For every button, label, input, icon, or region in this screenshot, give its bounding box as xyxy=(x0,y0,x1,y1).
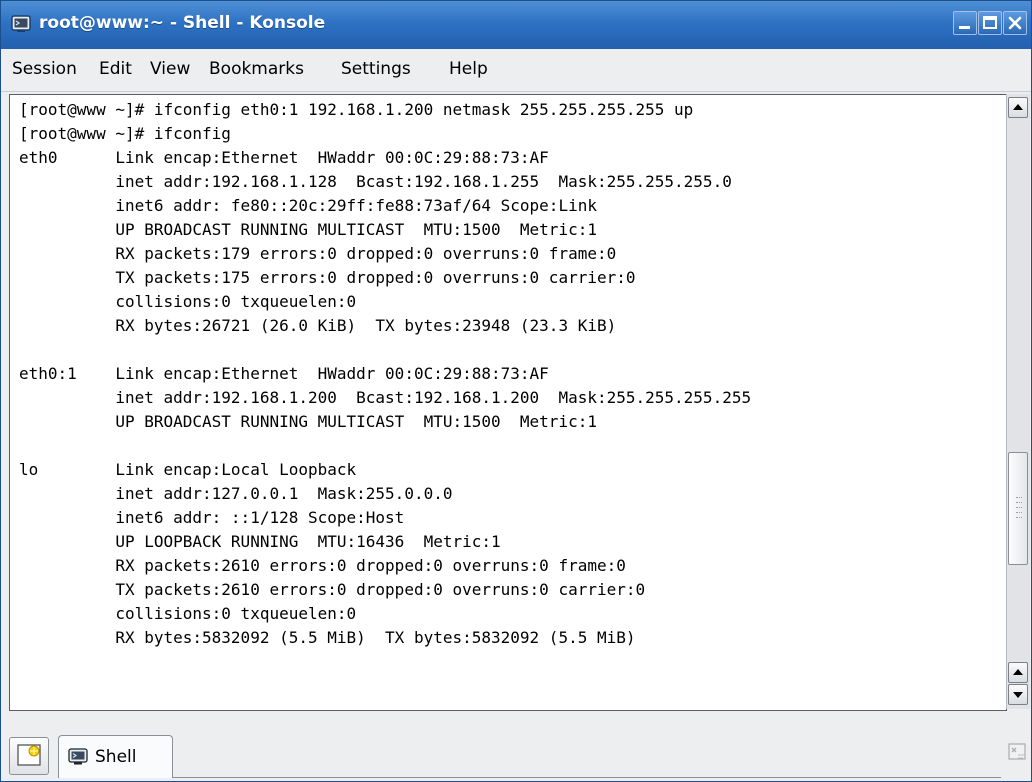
terminal-line: UP BROADCAST RUNNING MULTICAST MTU:1500 … xyxy=(19,220,597,239)
tab-bar: Shell xyxy=(1,713,1031,781)
grip-line xyxy=(1016,497,1022,499)
menu-bar: Session Edit View Bookmarks Settings Hel… xyxy=(1,49,1031,92)
arrow-up-icon xyxy=(1013,669,1023,675)
terminal-line: RX packets:179 errors:0 dropped:0 overru… xyxy=(19,244,617,263)
terminal-line: TX packets:2610 errors:0 dropped:0 overr… xyxy=(19,580,646,599)
terminal-line: UP BROADCAST RUNNING MULTICAST MTU:1500 … xyxy=(19,412,597,431)
menu-bookmarks[interactable]: Bookmarks xyxy=(209,59,304,79)
terminal-icon xyxy=(68,748,88,765)
menu-session[interactable]: Session xyxy=(12,59,77,79)
terminal-line: [root@www ~]# ifconfig eth0:1 192.168.1.… xyxy=(19,100,694,119)
scroll-up-button[interactable] xyxy=(1008,97,1028,118)
menu-help[interactable]: Help xyxy=(449,59,488,79)
terminal-line: inet6 addr: ::1/128 Scope:Host xyxy=(19,508,405,527)
menu-view[interactable]: View xyxy=(150,59,190,79)
terminal-line: eth0:1 Link encap:Ethernet HWaddr 00:0C:… xyxy=(19,364,549,383)
title-bar[interactable]: root@www:~ - Shell - Konsole xyxy=(1,1,1031,49)
menu-edit[interactable]: Edit xyxy=(99,59,132,79)
terminal-output[interactable]: [root@www ~]# ifconfig eth0:1 192.168.1.… xyxy=(9,94,1007,711)
vertical-scrollbar[interactable] xyxy=(1006,94,1030,709)
menu-settings[interactable]: Settings xyxy=(341,59,411,79)
tab-divider xyxy=(173,777,1001,778)
new-tab-icon xyxy=(17,744,41,766)
terminal-line: inet6 addr: fe80::20c:29ff:fe88:73af/64 … xyxy=(19,196,597,215)
tab-shell-label: Shell xyxy=(95,747,137,767)
terminal-line: inet addr:127.0.0.1 Mask:255.0.0.0 xyxy=(19,484,453,503)
terminal-line: [root@www ~]# ifconfig xyxy=(19,124,231,143)
terminal-line: inet addr:192.168.1.128 Bcast:192.168.1.… xyxy=(19,172,732,191)
scroll-down-button[interactable] xyxy=(1008,684,1028,705)
terminal-line: UP LOOPBACK RUNNING MTU:16436 Metric:1 xyxy=(19,532,501,551)
minimize-icon xyxy=(959,26,970,29)
terminal-line: RX bytes:5832092 (5.5 MiB) TX bytes:5832… xyxy=(19,628,636,647)
grip-line xyxy=(1016,517,1022,519)
terminal-line: eth0 Link encap:Ethernet HWaddr 00:0C:29… xyxy=(19,148,549,167)
tab-shell[interactable]: Shell xyxy=(58,735,173,778)
terminal-line: collisions:0 txqueuelen:0 xyxy=(19,604,357,623)
terminal-line: lo Link encap:Local Loopback xyxy=(19,460,357,479)
terminal-line: inet addr:192.168.1.200 Bcast:192.168.1.… xyxy=(19,388,752,407)
terminal-line: RX packets:2610 errors:0 dropped:0 overr… xyxy=(19,556,626,575)
close-icon xyxy=(1008,16,1022,30)
grip-line xyxy=(1016,512,1022,514)
maximize-icon xyxy=(983,16,997,29)
scrollbar-thumb[interactable] xyxy=(1008,452,1028,565)
grip-line xyxy=(1016,507,1022,509)
terminal-line: collisions:0 txqueuelen:0 xyxy=(19,292,357,311)
terminal-icon[interactable] xyxy=(11,14,31,34)
konsole-window: root@www:~ - Shell - Konsole Session Edi… xyxy=(0,0,1032,782)
new-tab-button[interactable] xyxy=(9,737,49,775)
close-tab-icon[interactable] xyxy=(1007,741,1029,763)
grip-line xyxy=(1016,502,1022,504)
close-button[interactable] xyxy=(1003,11,1027,35)
scroll-up-button-bottom[interactable] xyxy=(1008,662,1028,683)
window-title: root@www:~ - Shell - Konsole xyxy=(39,13,326,33)
arrow-up-icon xyxy=(1013,104,1023,110)
terminal-line: RX bytes:26721 (26.0 KiB) TX bytes:23948… xyxy=(19,316,617,335)
maximize-button[interactable] xyxy=(978,11,1002,35)
minimize-button[interactable] xyxy=(953,11,977,35)
terminal-line: TX packets:175 errors:0 dropped:0 overru… xyxy=(19,268,636,287)
arrow-down-icon xyxy=(1013,692,1023,698)
